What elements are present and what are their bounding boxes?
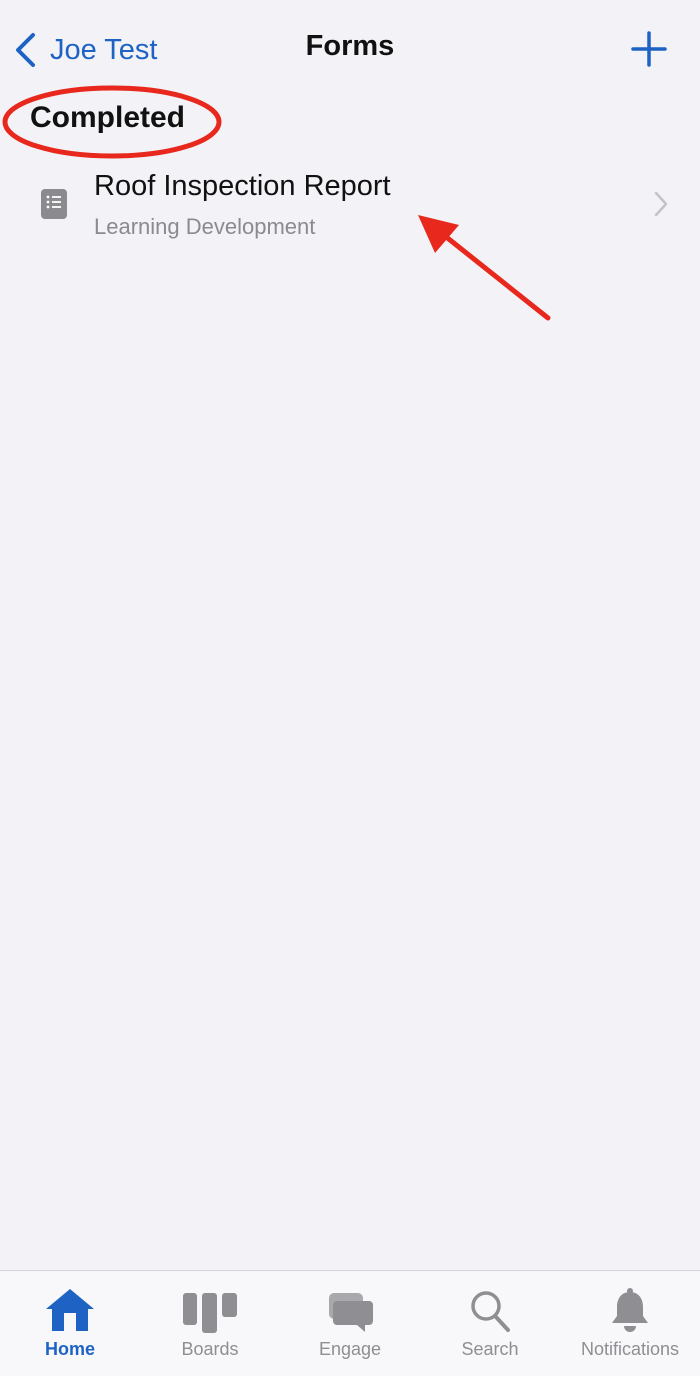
bell-icon (612, 1288, 648, 1332)
document-list-icon (41, 189, 67, 219)
list-item[interactable]: Roof Inspection Report Learning Developm… (0, 158, 700, 254)
add-button[interactable] (630, 30, 668, 68)
chevron-right-icon (654, 191, 668, 217)
home-icon (46, 1289, 94, 1331)
tab-label: Notifications (580, 1339, 680, 1359)
tab-label: Engage (318, 1339, 382, 1359)
navigation-bar: Joe Test Forms (0, 0, 700, 100)
list-item-subtitle: Learning Development (94, 214, 316, 239)
list-item-title: Roof Inspection Report (94, 170, 391, 202)
tab-search[interactable]: Search (420, 1283, 560, 1368)
page-title: Forms (305, 30, 395, 62)
section-header: Completed (30, 101, 186, 134)
tab-label: Home (44, 1339, 95, 1359)
plus-icon (631, 31, 667, 67)
tab-bar: Home Boards Engage Search Notifications (0, 1270, 700, 1376)
boards-icon (183, 1293, 237, 1333)
tab-notifications[interactable]: Notifications (560, 1283, 700, 1368)
tab-label: Boards (181, 1339, 239, 1359)
tab-boards[interactable]: Boards (140, 1283, 280, 1368)
tab-home[interactable]: Home (0, 1283, 140, 1368)
tab-engage[interactable]: Engage (280, 1283, 420, 1368)
magnifier-icon (471, 1291, 510, 1332)
tab-label: Search (461, 1339, 519, 1359)
chat-bubbles-icon (329, 1293, 373, 1332)
